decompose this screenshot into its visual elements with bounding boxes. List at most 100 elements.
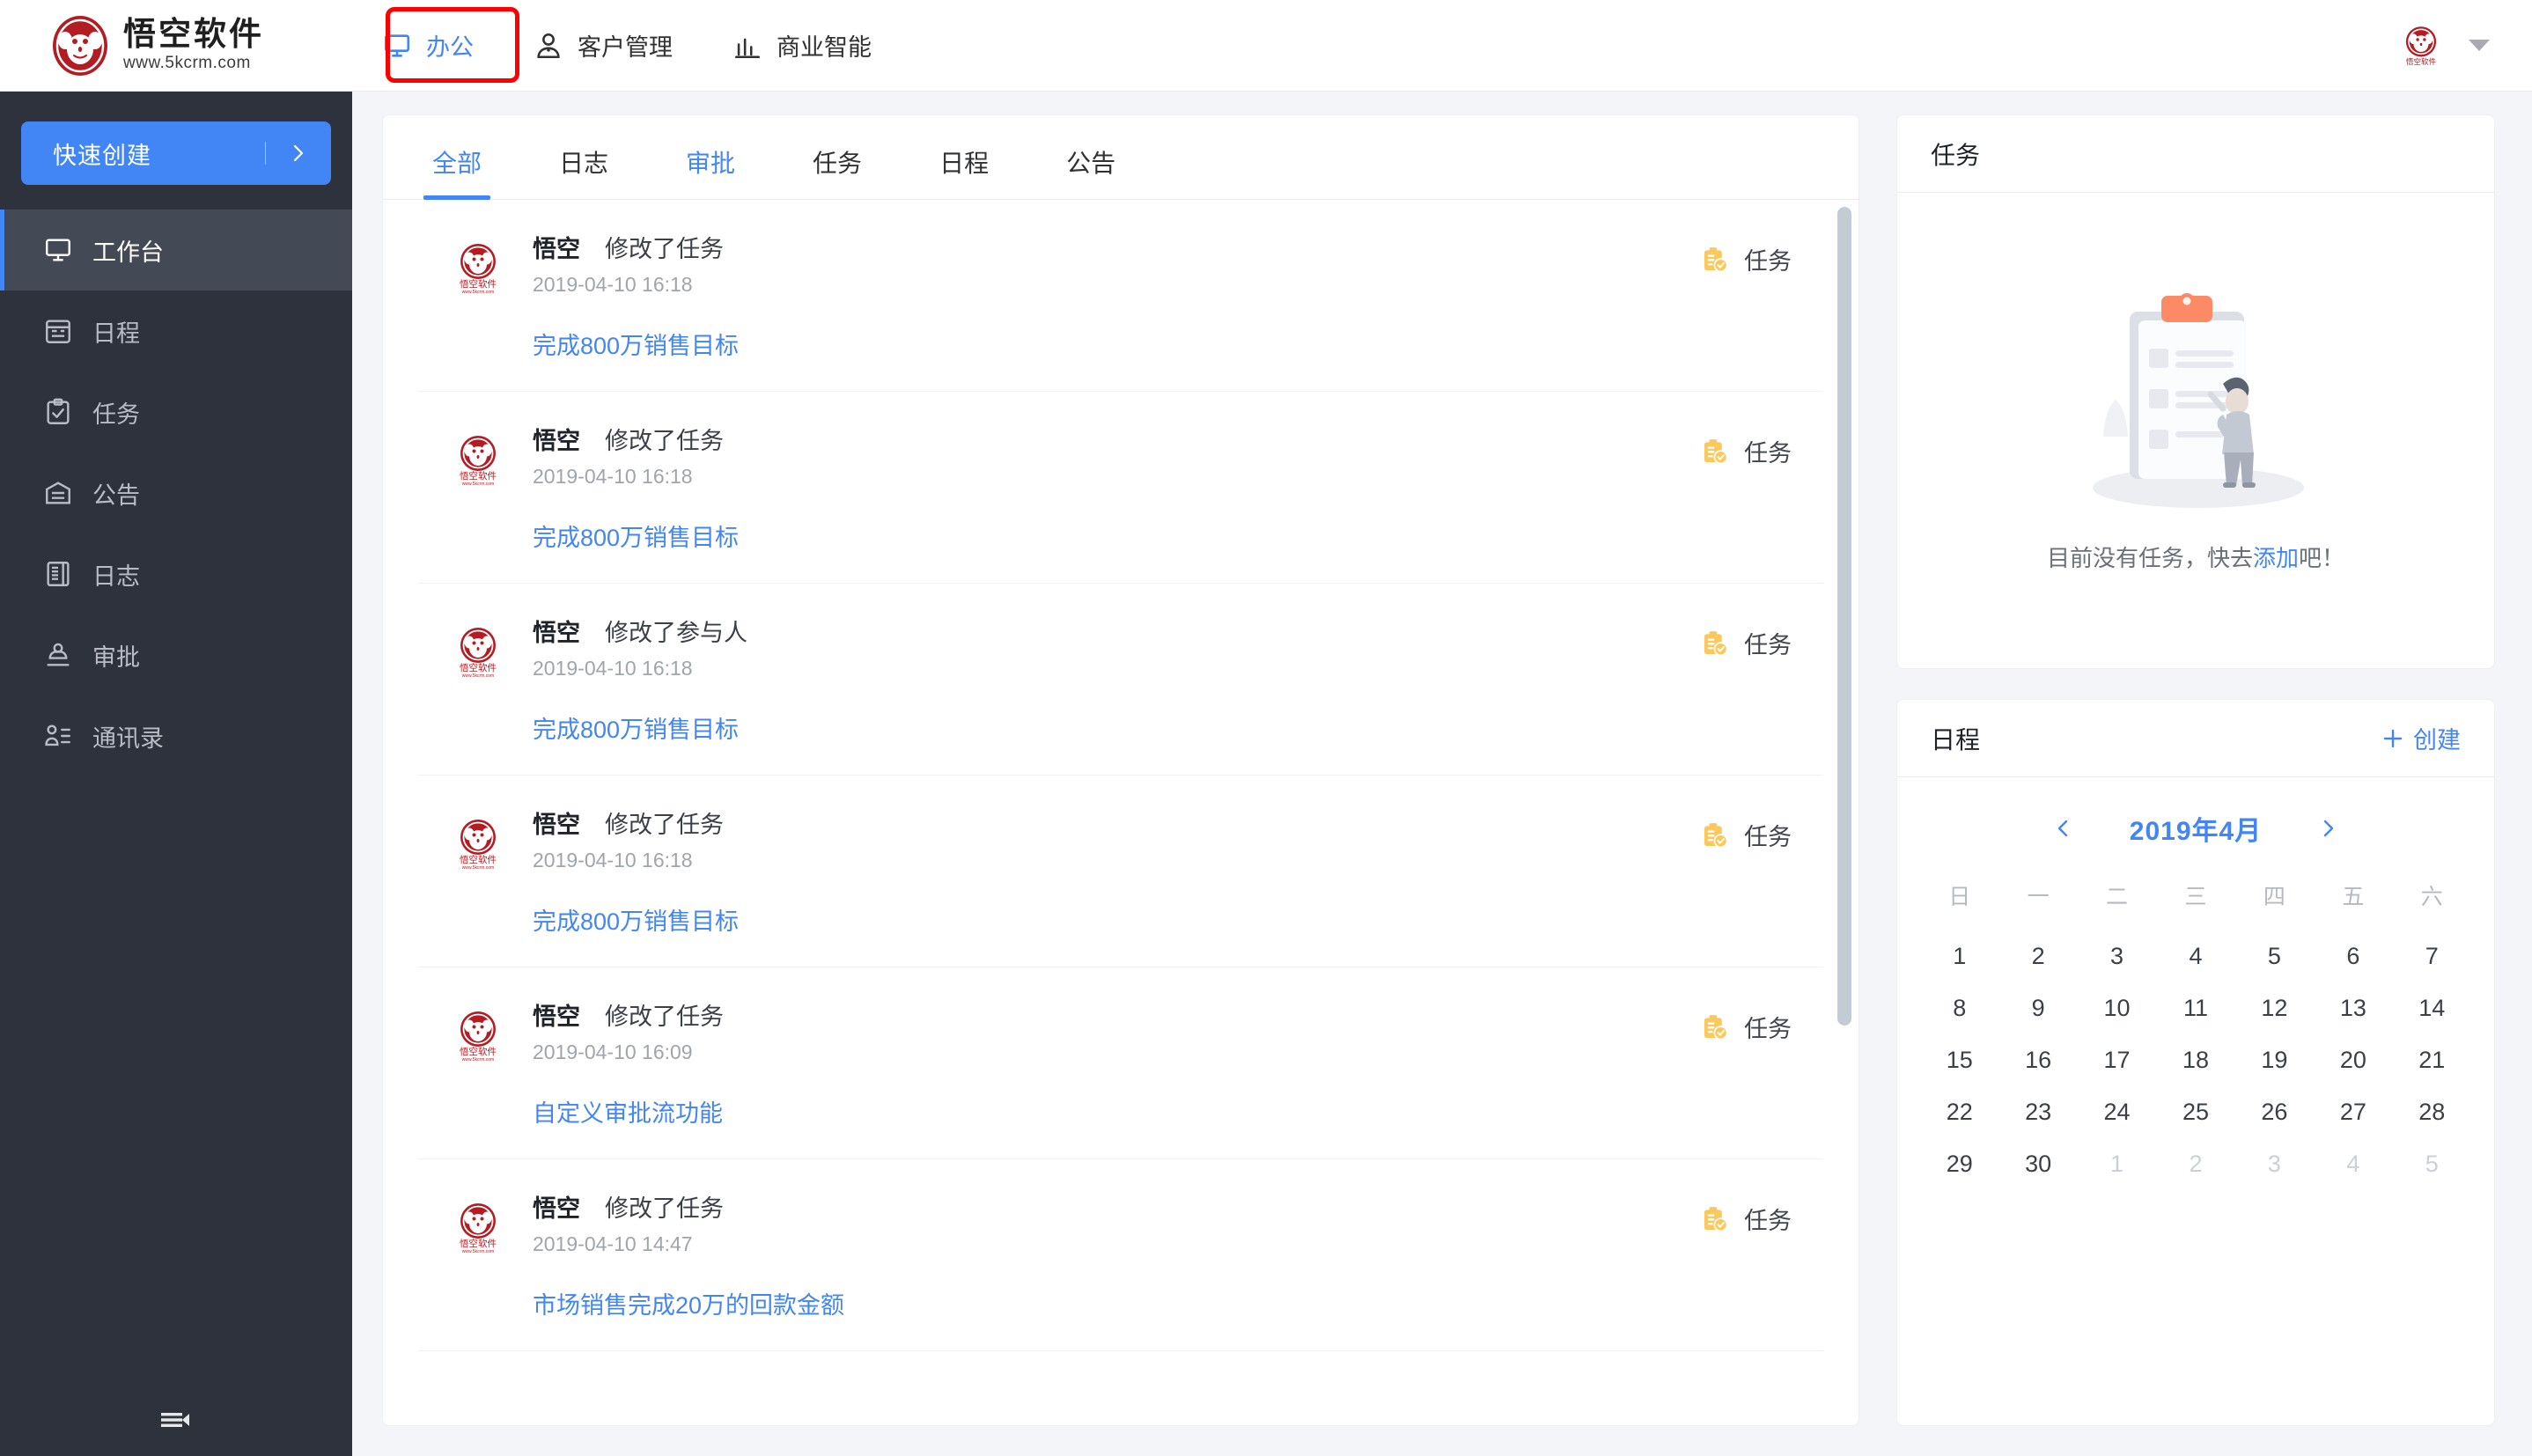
calendar-day[interactable]: 3 <box>2235 1138 2314 1190</box>
calendar-day[interactable]: 5 <box>2235 930 2314 982</box>
empty-task-illustration-icon <box>2093 292 2304 508</box>
feed-item[interactable]: 悟空软件 www.5kcrm.com 悟空 修改了参与人 2019-04-10 … <box>418 584 1823 776</box>
feed-item[interactable]: 悟空软件 www.5kcrm.com 悟空 修改了任务 2019-04-10 1… <box>418 1159 1823 1351</box>
calendar-day[interactable]: 1 <box>2078 1138 2156 1190</box>
person-icon <box>537 33 560 58</box>
sidebar-item-approval-label: 审批 <box>92 643 140 671</box>
calendar-day[interactable]: 18 <box>2156 1034 2234 1086</box>
calendar-day[interactable]: 5 <box>2393 1138 2471 1190</box>
calendar-next-button[interactable] <box>2311 811 2346 846</box>
calendar-day[interactable]: 19 <box>2235 1034 2314 1086</box>
sidebar-item-announcement[interactable]: 公告 <box>0 452 352 533</box>
nav-item-office[interactable]: 办公 <box>352 0 504 92</box>
feed-item-user: 悟空 <box>533 812 580 838</box>
avatar[interactable]: 悟空软件 <box>2396 21 2446 70</box>
calendar-day[interactable]: 13 <box>2314 982 2392 1034</box>
quick-create-label: 快速创建 <box>53 142 151 169</box>
task-add-link[interactable]: 添加 <box>2253 545 2299 571</box>
tab-task[interactable]: 任务 <box>799 144 876 199</box>
feed-item-title[interactable]: 完成800万销售目标 <box>533 327 1700 361</box>
calendar-day[interactable]: 8 <box>1920 982 1998 1034</box>
svg-text:悟空软件: 悟空软件 <box>460 278 497 290</box>
calendar-day[interactable]: 28 <box>2393 1086 2471 1138</box>
sidebar-item-schedule[interactable]: 日程 <box>0 290 352 371</box>
create-schedule-label: 创建 <box>2413 727 2461 754</box>
calendar-day[interactable]: 4 <box>2156 930 2234 982</box>
task-empty-text-before: 目前没有任务，快去 <box>2046 544 2253 571</box>
tab-approval[interactable]: 审批 <box>672 144 749 199</box>
calendar-day[interactable]: 17 <box>2078 1034 2156 1086</box>
tab-all[interactable]: 全部 <box>418 144 496 200</box>
feed-item-avatar-icon: 悟空软件 www.5kcrm.com <box>460 1011 497 1063</box>
feed-item-action: 修改了任务 <box>605 812 724 838</box>
collapse-menu-icon <box>161 1413 189 1427</box>
svg-text:悟空软件: 悟空软件 <box>460 1046 497 1057</box>
calendar-day[interactable]: 1 <box>1920 930 1998 982</box>
calendar-prev-button[interactable] <box>2045 811 2080 846</box>
calendar-month-label: 2019年4月 <box>2129 817 2263 846</box>
calendar-day[interactable]: 10 <box>2078 982 2156 1034</box>
calendar-day[interactable]: 26 <box>2235 1086 2314 1138</box>
sidebar-item-task[interactable]: 任务 <box>0 371 352 452</box>
calendar-day[interactable]: 12 <box>2235 982 2314 1034</box>
activity-feed-card: 全部 日志 审批 任务 日程 公告 悟空软件 www.5kcrm.com 悟空 … <box>382 114 1859 1426</box>
sidebar-item-approval[interactable]: 审批 <box>0 614 352 695</box>
calendar-nav: 2019年4月 <box>1897 777 2494 871</box>
brand-logo[interactable]: 悟空软件 www.5kcrm.com <box>0 14 352 77</box>
feed-item[interactable]: 悟空软件 www.5kcrm.com 悟空 修改了任务 2019-04-10 1… <box>418 776 1823 967</box>
feed-item-title[interactable]: 自定义审批流功能 <box>533 1094 1700 1129</box>
sidebar-collapse-button[interactable] <box>0 1407 352 1433</box>
chevron-right-icon[interactable] <box>266 142 331 165</box>
feed-item[interactable]: 悟空软件 www.5kcrm.com 悟空 修改了任务 2019-04-10 1… <box>418 967 1823 1159</box>
tab-schedule[interactable]: 日程 <box>925 144 1003 199</box>
nav-item-bi[interactable]: 商业智能 <box>703 0 902 92</box>
calendar-day[interactable]: 6 <box>2314 930 2392 982</box>
calendar-day[interactable]: 30 <box>1998 1138 2077 1190</box>
nav-item-customer[interactable]: 客户管理 <box>504 0 703 92</box>
feed-item-title[interactable]: 完成800万销售目标 <box>533 518 1700 553</box>
calendar-day[interactable]: 23 <box>1998 1086 2077 1138</box>
calendar-weekday: 一 <box>2027 885 2050 909</box>
calendar-day[interactable]: 3 <box>2078 930 2156 982</box>
tab-log[interactable]: 日志 <box>545 144 622 199</box>
sidebar-item-log[interactable]: 日志 <box>0 533 352 614</box>
feed-item-avatar-icon: 悟空软件 www.5kcrm.com <box>460 244 497 295</box>
calendar-day[interactable]: 22 <box>1920 1086 1998 1138</box>
quick-create-button[interactable]: 快速创建 <box>21 121 331 185</box>
svg-text:www.5kcrm.com: www.5kcrm.com <box>462 1249 494 1254</box>
task-panel-header: 任务 <box>1897 115 2494 193</box>
calendar-day[interactable]: 9 <box>1998 982 2077 1034</box>
feed-list[interactable]: 悟空软件 www.5kcrm.com 悟空 修改了任务 2019-04-10 1… <box>383 200 1859 1425</box>
calendar-day[interactable]: 29 <box>1920 1138 1998 1190</box>
calendar-day[interactable]: 2 <box>2156 1138 2234 1190</box>
book-icon <box>47 562 70 586</box>
calendar-day[interactable]: 27 <box>2314 1086 2392 1138</box>
feed-item-title[interactable]: 完成800万销售目标 <box>533 902 1700 937</box>
calendar-day[interactable]: 24 <box>2078 1086 2156 1138</box>
calendar-day[interactable]: 14 <box>2393 982 2471 1034</box>
tab-announcement[interactable]: 公告 <box>1052 144 1130 199</box>
calendar-day[interactable]: 11 <box>2156 982 2234 1034</box>
calendar-day[interactable]: 2 <box>1998 930 2077 982</box>
calendar-day[interactable]: 20 <box>2314 1034 2392 1086</box>
feed-item-avatar-icon: 悟空软件 www.5kcrm.com <box>460 628 497 679</box>
feed-scrollbar[interactable] <box>1837 207 1851 1420</box>
calendar-day[interactable]: 4 <box>2314 1138 2392 1190</box>
nav-item-customer-label: 客户管理 <box>578 34 673 61</box>
calendar-day[interactable]: 21 <box>2393 1034 2471 1086</box>
calendar-day[interactable]: 15 <box>1920 1034 1998 1086</box>
monitor-icon <box>384 33 410 57</box>
sidebar-item-contacts[interactable]: 通讯录 <box>0 695 352 776</box>
feed-item-title[interactable]: 市场销售完成20万的回款金额 <box>533 1286 1700 1320</box>
feed-item[interactable]: 悟空软件 www.5kcrm.com 悟空 修改了任务 2019-04-10 1… <box>418 392 1823 584</box>
feed-item-title[interactable]: 完成800万销售目标 <box>533 710 1700 745</box>
chevron-down-icon[interactable] <box>2469 40 2490 51</box>
main-content: 全部 日志 审批 任务 日程 公告 悟空软件 www.5kcrm.com 悟空 … <box>352 92 2532 1456</box>
feed-scrollbar-thumb[interactable] <box>1837 207 1851 1026</box>
feed-item[interactable]: 悟空软件 www.5kcrm.com 悟空 修改了任务 2019-04-10 1… <box>418 200 1823 392</box>
sidebar-item-workbench[interactable]: 工作台 <box>0 210 352 290</box>
calendar-day[interactable]: 16 <box>1998 1034 2077 1086</box>
create-schedule-button[interactable]: 创建 <box>2381 721 2461 755</box>
calendar-day[interactable]: 25 <box>2156 1086 2234 1138</box>
calendar-day[interactable]: 7 <box>2393 930 2471 982</box>
